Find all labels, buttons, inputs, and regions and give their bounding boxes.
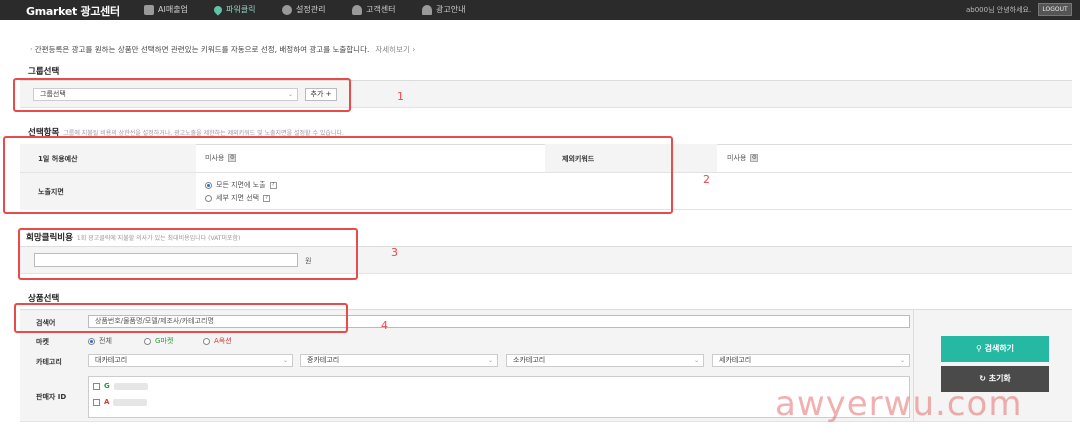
seller-a-item[interactable]: A (93, 398, 148, 406)
search-button-label: 검색하기 (984, 344, 1015, 353)
exclude-keyword-value: 미사용 ⚙ (727, 153, 759, 163)
annotation-number-2: 2 (703, 173, 710, 186)
market-g-text: G마켓 (155, 337, 174, 345)
watermark-text: awyerwu.com (775, 384, 1023, 424)
checkbox-icon[interactable] (93, 398, 100, 406)
category-2-text: 중카테고리 (307, 356, 340, 364)
location-pin-icon (212, 3, 224, 16)
notice-message: · 간편등록은 광고를 원하는 상품만 선택하면 관련있는 키워드를 자동으로 … (30, 45, 370, 54)
nav-label: 고객센터 (366, 5, 396, 14)
annotation-box-2 (3, 136, 673, 214)
category-select-1[interactable]: 대카테고리 ⌄ (88, 354, 293, 367)
annotation-box-1 (13, 78, 351, 112)
group-section-title: 그룹선택 (28, 67, 60, 77)
redacted-bar (113, 398, 148, 406)
more-link[interactable]: 자세히보기 › (375, 45, 415, 54)
nav-item-sales[interactable]: AI매출업 (144, 4, 188, 15)
seller-g-prefix: G (104, 382, 110, 390)
person-icon (352, 4, 362, 15)
annotation-number-1: 1 (397, 90, 404, 103)
category-select-3[interactable]: 소카테고리 ⌄ (506, 354, 704, 367)
search-button[interactable]: ⚲ 검색하기 (941, 336, 1049, 362)
gear-icon[interactable]: ⚙ (750, 154, 759, 162)
exclude-keyword-text: 미사용 (727, 154, 747, 162)
redacted-bar (113, 382, 148, 390)
monitor-icon (144, 4, 154, 15)
annotation-box-3 (18, 228, 358, 280)
chevron-down-icon: ⌄ (899, 357, 905, 364)
nav-label: 설정관리 (296, 5, 326, 14)
nav-label: 광고안내 (436, 5, 466, 14)
logo-suffix: 광고센터 (76, 5, 121, 18)
search-icon: ⚲ (975, 344, 982, 353)
gear-icon (282, 4, 292, 15)
market-all-text: 전체 (99, 337, 112, 345)
nav-item-support[interactable]: 고객센터 (352, 4, 395, 15)
annotation-number-3: 3 (391, 246, 398, 259)
market-a-option[interactable]: A옥션 (203, 336, 232, 346)
refresh-icon: ↻ (979, 374, 986, 383)
nav-label: 파워클릭 (226, 5, 256, 14)
radio-checked-icon[interactable] (88, 337, 95, 345)
seller-g-item[interactable]: G (93, 382, 148, 390)
checkbox-icon[interactable] (93, 382, 100, 390)
category-select-2[interactable]: 중카테고리 ⌄ (300, 354, 498, 367)
seller-a-prefix: A (104, 398, 110, 406)
nav-item-settings[interactable]: 설정관리 (282, 4, 325, 15)
chevron-down-icon: ⌄ (487, 357, 493, 364)
category-4-text: 세카테고리 (719, 356, 752, 364)
nav-item-guide[interactable]: 광고안내 (422, 4, 465, 15)
category-1-text: 대카테고리 (95, 356, 128, 364)
seller-id-label: 판매자 ID (36, 393, 67, 401)
chevron-down-icon: ⌄ (693, 357, 699, 364)
market-a-text: A옥션 (214, 337, 232, 345)
reset-button-label: 초기화 (988, 374, 1011, 383)
notice-text: · 간편등록은 광고를 원하는 상품만 선택하면 관련있는 키워드를 자동으로 … (30, 44, 415, 55)
radio-icon[interactable] (144, 337, 151, 345)
market-all-option[interactable]: 전체 (88, 336, 112, 346)
category-label: 카테고리 (36, 358, 62, 366)
market-g-option[interactable]: G마켓 (144, 336, 173, 346)
logo[interactable]: Gmarket 광고센터 (26, 3, 120, 19)
nav-item-powerclick[interactable]: 파워클릭 (212, 3, 256, 16)
nav-label: AI매출업 (158, 5, 188, 14)
category-select-4[interactable]: 세카테고리 ⌄ (712, 354, 910, 367)
logo-brand: Gmarket (26, 5, 77, 18)
radio-icon[interactable] (203, 337, 210, 345)
annotation-number-4: 4 (381, 319, 388, 332)
market-label: 마켓 (36, 338, 49, 346)
chevron-down-icon: ⌄ (282, 357, 288, 364)
annotation-box-4 (14, 303, 348, 333)
top-navigation-bar: Gmarket 광고센터 AI매출업 파워클릭 설정관리 고객센터 광고안내 a… (0, 0, 1080, 20)
logout-button[interactable]: LOGOUT (1038, 3, 1072, 16)
user-greeting: ab000님 안녕하세요. (966, 6, 1032, 14)
category-3-text: 소카테고리 (513, 356, 546, 364)
bell-icon (422, 4, 432, 15)
